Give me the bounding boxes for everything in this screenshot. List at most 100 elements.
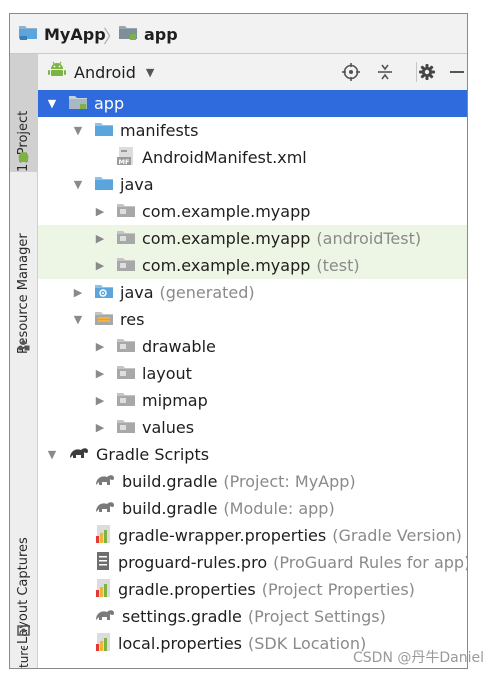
tree-item-layout[interactable]: ▶ layout bbox=[38, 360, 467, 387]
tree-item-hint: (Project: MyApp) bbox=[223, 472, 356, 491]
collapsed-arrow-icon: ▶ bbox=[95, 259, 105, 272]
tab-resource-manager-label: Resource Manager bbox=[16, 233, 31, 354]
tree-item-label: manifests bbox=[120, 121, 199, 140]
breadcrumb: MyApp 〉 app bbox=[10, 14, 467, 54]
gradle-file-icon bbox=[94, 607, 116, 627]
tree-item-build-gradle-project[interactable]: ▶ build.gradle (Project: MyApp) bbox=[38, 468, 467, 495]
tree-item-package-test[interactable]: ▶ com.example.myapp (test) bbox=[38, 252, 467, 279]
view-mode-dropdown[interactable]: Android ▼ bbox=[48, 60, 154, 84]
collapsed-arrow-icon: ▶ bbox=[95, 205, 105, 218]
collapsed-arrow-icon: ▶ bbox=[95, 367, 105, 380]
module-folder-icon bbox=[118, 23, 138, 45]
project-tool-window: MyApp 〉 app 1: Project Resource Manager bbox=[9, 13, 468, 669]
tree-item-label: java bbox=[120, 283, 154, 302]
tree-item-hint: (Project Settings) bbox=[247, 607, 386, 626]
folder-icon bbox=[94, 121, 114, 141]
project-toolbar: Android ▼ bbox=[38, 54, 467, 91]
tree-item-label: proguard-rules.pro bbox=[118, 553, 268, 572]
tab-structure-label: ture bbox=[16, 646, 31, 668]
collapsed-arrow-icon: ▶ bbox=[95, 340, 105, 353]
collapsed-arrow-icon: ▶ bbox=[73, 286, 83, 299]
shapes-icon bbox=[18, 339, 30, 351]
breadcrumb-module-label: app bbox=[144, 24, 178, 44]
folder-icon bbox=[116, 337, 136, 357]
gradle-file-icon bbox=[94, 499, 116, 519]
tree-item-label: gradle.properties bbox=[118, 580, 256, 599]
breadcrumb-project[interactable]: MyApp bbox=[18, 24, 106, 44]
tree-item-gradle-scripts[interactable]: ▼ Gradle Scripts bbox=[38, 441, 467, 468]
module-folder-icon bbox=[68, 94, 88, 114]
tree-item-gradle-properties[interactable]: ▶ gradle.properties (Project Properties) bbox=[38, 576, 467, 603]
tree-item-label: layout bbox=[142, 364, 192, 383]
tree-item-hint: (androidTest) bbox=[316, 229, 422, 248]
tree-item-label: res bbox=[120, 310, 145, 329]
expanded-arrow-icon: ▼ bbox=[47, 97, 57, 110]
tree-item-build-gradle-module[interactable]: ▶ build.gradle (Module: app) bbox=[38, 495, 467, 522]
tree-item-package-androidtest[interactable]: ▶ com.example.myapp (androidTest) bbox=[38, 225, 467, 252]
tree-item-label: drawable bbox=[142, 337, 216, 356]
tab-layout-captures[interactable]: Layout Captures bbox=[10, 474, 37, 644]
collapse-all-icon[interactable] bbox=[374, 61, 396, 83]
left-tool-strip: 1: Project Resource Manager Layout Captu… bbox=[10, 54, 38, 668]
properties-file-icon bbox=[94, 524, 112, 548]
gear-icon[interactable] bbox=[416, 61, 438, 83]
tree-item-res[interactable]: ▼ res bbox=[38, 306, 467, 333]
tree-item-manifests[interactable]: ▼ manifests bbox=[38, 117, 467, 144]
breadcrumb-project-label: MyApp bbox=[44, 24, 106, 44]
tab-resource-manager[interactable]: Resource Manager bbox=[10, 194, 37, 354]
tree-item-hint: (ProGuard Rules for app) bbox=[273, 553, 468, 572]
properties-file-icon bbox=[94, 578, 112, 602]
package-icon bbox=[116, 229, 136, 249]
text-file-icon bbox=[94, 551, 112, 575]
view-mode-label: Android bbox=[74, 62, 136, 82]
tab-project[interactable]: 1: Project bbox=[10, 54, 37, 172]
collapsed-arrow-icon: ▶ bbox=[95, 394, 105, 407]
tree-item-gradle-wrapper-properties[interactable]: ▶ gradle-wrapper.properties (Gradle Vers… bbox=[38, 522, 467, 549]
tree-item-java-generated[interactable]: ▶ java (generated) bbox=[38, 279, 467, 306]
hide-icon[interactable] bbox=[446, 61, 467, 83]
tree-item-label: build.gradle bbox=[122, 499, 218, 518]
tree-item-hint: (Project Properties) bbox=[261, 580, 415, 599]
tree-item-label: build.gradle bbox=[122, 472, 218, 491]
generated-folder-icon bbox=[94, 283, 114, 303]
tree-item-mipmap[interactable]: ▶ mipmap bbox=[38, 387, 467, 414]
breadcrumb-module[interactable]: app bbox=[118, 24, 178, 44]
tree-item-label: AndroidManifest.xml bbox=[142, 148, 307, 167]
expanded-arrow-icon: ▼ bbox=[73, 124, 83, 137]
tree-item-app[interactable]: ▼ app bbox=[38, 90, 467, 117]
tree-item-label: gradle-wrapper.properties bbox=[118, 526, 327, 545]
folder-icon bbox=[116, 418, 136, 438]
android-icon bbox=[18, 152, 29, 162]
tree-item-label: settings.gradle bbox=[122, 607, 242, 626]
tree-item-drawable[interactable]: ▶ drawable bbox=[38, 333, 467, 360]
folder-icon bbox=[116, 391, 136, 411]
tree-item-java[interactable]: ▼ java bbox=[38, 171, 467, 198]
tree-item-values[interactable]: ▶ values bbox=[38, 414, 467, 441]
folder-icon bbox=[94, 175, 114, 195]
tree-item-androidmanifest[interactable]: ▶ MF AndroidManifest.xml bbox=[38, 144, 467, 171]
chevron-down-icon: ▼ bbox=[145, 65, 155, 79]
tree-item-hint: (test) bbox=[316, 256, 360, 275]
svg-text:MF: MF bbox=[119, 158, 130, 166]
tree-item-settings-gradle[interactable]: ▶ settings.gradle (Project Settings) bbox=[38, 603, 467, 630]
tab-structure[interactable]: ture bbox=[10, 646, 37, 668]
tree-item-label: values bbox=[142, 418, 195, 437]
tree-item-label: java bbox=[120, 175, 154, 194]
folder-icon bbox=[116, 364, 136, 384]
project-folder-icon bbox=[18, 23, 38, 45]
tree-item-proguard-rules[interactable]: ▶ proguard-rules.pro (ProGuard Rules for… bbox=[38, 549, 468, 576]
locate-icon[interactable] bbox=[340, 61, 362, 83]
tab-layout-captures-label: Layout Captures bbox=[16, 537, 31, 644]
expanded-arrow-icon: ▼ bbox=[47, 448, 57, 461]
properties-file-icon bbox=[94, 632, 112, 656]
expanded-arrow-icon: ▼ bbox=[73, 313, 83, 326]
collapsed-arrow-icon: ▶ bbox=[95, 421, 105, 434]
collapsed-arrow-icon: ▶ bbox=[95, 232, 105, 245]
tree-item-label: com.example.myapp bbox=[142, 256, 311, 275]
tree-item-package-main[interactable]: ▶ com.example.myapp bbox=[38, 198, 467, 225]
tree-item-label: com.example.myapp bbox=[142, 229, 311, 248]
watermark: CSDN @丹牛Daniel bbox=[353, 650, 484, 666]
tree-item-hint: (generated) bbox=[159, 283, 255, 302]
tree-item-label: local.properties bbox=[118, 634, 243, 653]
gradle-file-icon bbox=[94, 472, 116, 492]
